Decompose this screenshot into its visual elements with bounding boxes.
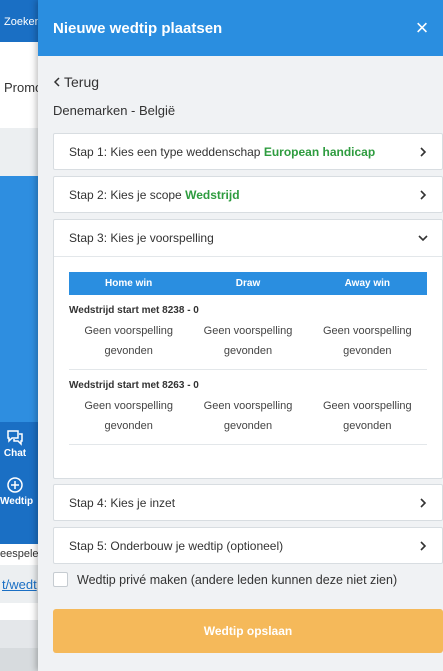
step-3-prediction: Stap 3: Kies je voorspelling Home win Dr… — [53, 219, 443, 479]
background-speler-text: eespele — [0, 548, 39, 560]
prediction-table-header: Home win Draw Away win — [69, 272, 427, 295]
match-title: Denemarken - België — [53, 103, 176, 118]
match-start-label: Wedstrijd start met 8238 - 0 — [69, 305, 199, 316]
step-3-label: Stap 3: Kies je voorspelling — [69, 231, 214, 245]
prediction-cell-home[interactable]: Geen voorspelling gevonden — [69, 321, 188, 361]
prediction-cell-draw[interactable]: Geen voorspelling gevonden — [188, 396, 307, 436]
chevron-right-icon — [420, 540, 427, 551]
chevron-left-icon — [53, 77, 60, 87]
step-2-value: Wedstrijd — [185, 187, 240, 202]
private-tip-checkbox[interactable] — [53, 572, 68, 587]
nav-wedtip-label: Wedtip — [0, 496, 34, 507]
nav-wedtip[interactable]: Wedtip — [0, 476, 34, 507]
chat-icon — [7, 430, 23, 446]
prediction-cell-away[interactable]: Geen voorspelling gevonden — [308, 396, 427, 436]
prediction-cell-draw[interactable]: Geen voorspelling gevonden — [188, 321, 307, 361]
nav-chat[interactable]: Chat — [0, 428, 30, 459]
match-block: Wedstrijd start met 8238 - 0 Geen voorsp… — [69, 305, 427, 370]
save-tip-button[interactable]: Wedtip opslaan — [53, 609, 443, 653]
column-away-win: Away win — [344, 278, 391, 289]
plus-circle-icon — [7, 477, 23, 493]
back-button[interactable]: Terug — [53, 74, 99, 90]
step-4-stake[interactable]: Stap 4: Kies je inzet — [53, 484, 443, 521]
new-bet-tip-panel: Nieuwe wedtip plaatsen × Terug Denemarke… — [38, 0, 443, 671]
nav-chat-label: Chat — [3, 448, 27, 459]
close-icon[interactable]: × — [409, 17, 435, 39]
step-4-label: Stap 4: Kies je inzet — [69, 495, 176, 510]
column-draw: Draw — [235, 278, 261, 289]
chevron-right-icon — [420, 497, 427, 508]
chevron-down-icon — [418, 235, 428, 242]
step-2-text: Stap 2: Kies je scope Wedstrijd — [69, 188, 240, 202]
prediction-cell-away[interactable]: Geen voorspelling gevonden — [308, 321, 427, 361]
match-block: Wedstrijd start met 8263 - 0 Geen voorsp… — [69, 380, 427, 445]
panel-title: Nieuwe wedtip plaatsen — [53, 19, 223, 37]
chevron-right-icon — [420, 146, 427, 157]
private-tip-option: Wedtip privé maken (andere leden kunnen … — [53, 572, 397, 587]
step-5-motivation[interactable]: Stap 5: Onderbouw je wedtip (optioneel) — [53, 527, 443, 564]
step-2-label: Stap 2: Kies je scope — [69, 187, 186, 202]
step-2-scope[interactable]: Stap 2: Kies je scope Wedstrijd — [53, 176, 443, 213]
step-5-label: Stap 5: Onderbouw je wedtip (optioneel) — [69, 538, 284, 553]
prediction-cell-home[interactable]: Geen voorspelling gevonden — [69, 396, 188, 436]
column-home-win: Home win — [105, 278, 153, 289]
private-tip-label: Wedtip privé maken (andere leden kunnen … — [77, 572, 398, 587]
prediction-table: Home win Draw Away win Wedstrijd start m… — [69, 272, 427, 445]
panel-header: Nieuwe wedtip plaatsen × — [38, 0, 443, 56]
match-start-label: Wedstrijd start met 8263 - 0 — [69, 380, 199, 391]
step-1-text: Stap 1: Kies een type weddenschap Europe… — [69, 145, 375, 159]
back-label: Terug — [64, 74, 100, 90]
step-1-value: European handicap — [263, 144, 376, 159]
step-1-label: Stap 1: Kies een type weddenschap — [69, 144, 264, 159]
step-3-header[interactable]: Stap 3: Kies je voorspelling — [54, 220, 442, 257]
prediction-row: Geen voorspelling gevonden Geen voorspel… — [69, 396, 427, 445]
prediction-row: Geen voorspelling gevonden Geen voorspel… — [69, 321, 427, 370]
background-promo-text: Promo — [4, 80, 43, 95]
chevron-right-icon — [420, 189, 427, 200]
step-1-bet-type[interactable]: Stap 1: Kies een type weddenschap Europe… — [53, 133, 443, 170]
